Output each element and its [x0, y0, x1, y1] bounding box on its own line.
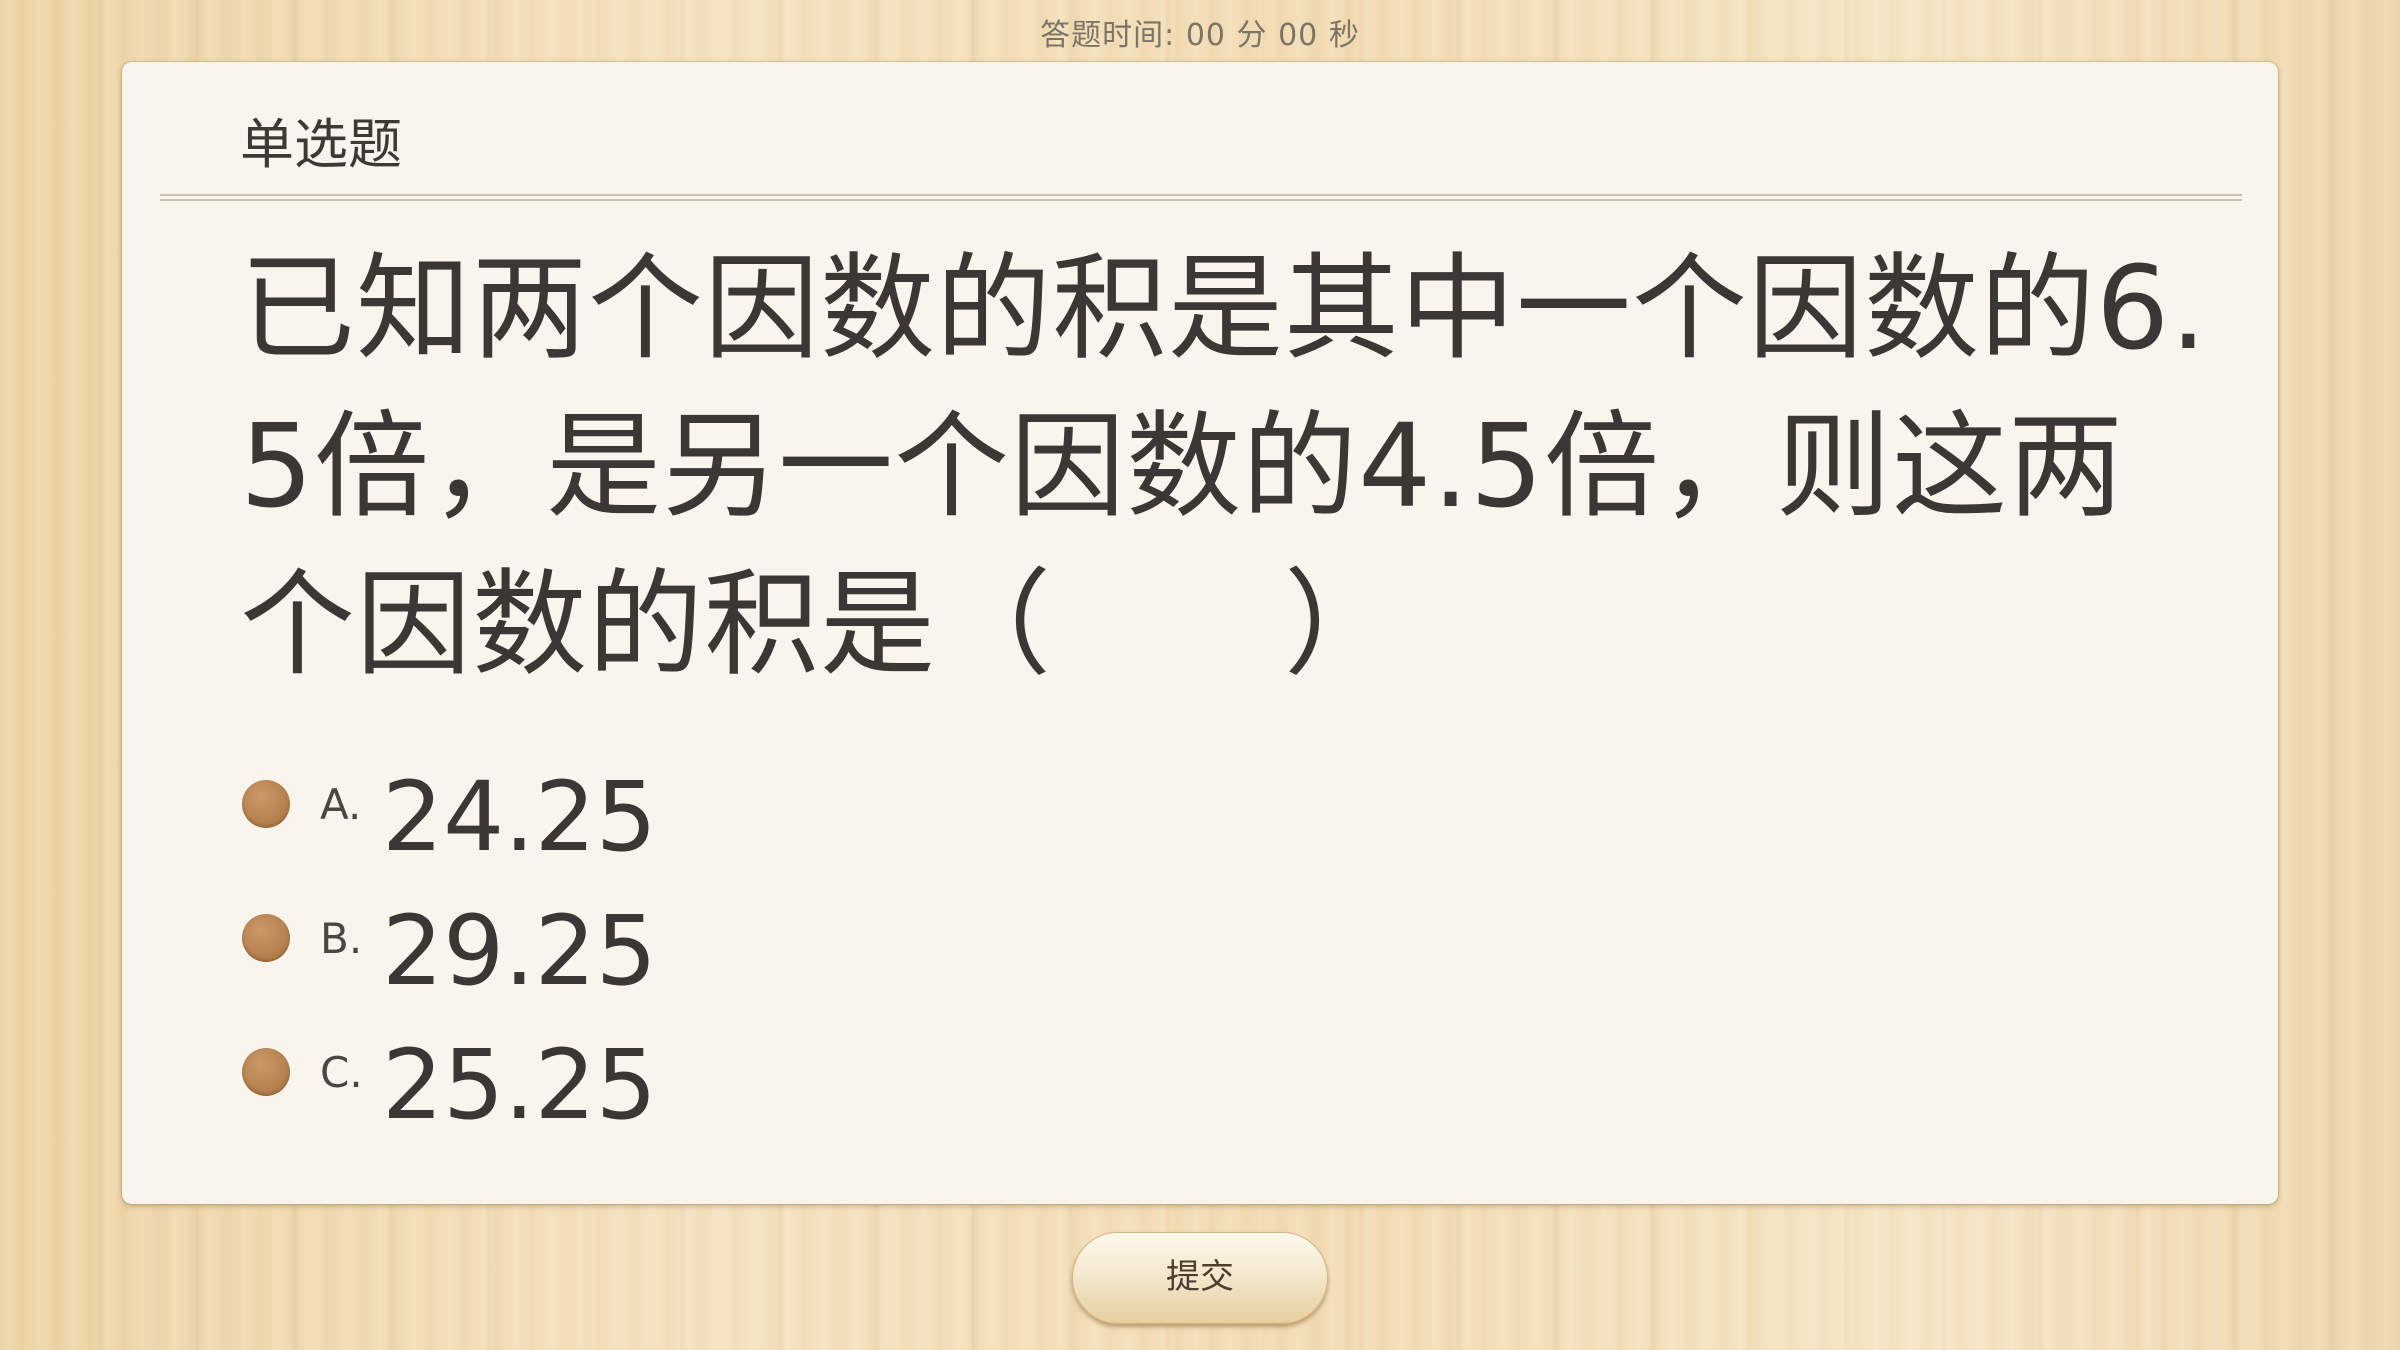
timer-minutes-unit: 分	[1236, 18, 1268, 53]
option-c[interactable]: C. 25.25	[242, 1018, 1642, 1152]
timer-label: 答题时间:	[1040, 18, 1176, 53]
timer-seconds: 00	[1278, 18, 1319, 53]
radio-icon[interactable]	[242, 914, 290, 962]
question-card: 单选题 已知两个因数的积是其中一个因数的6.5倍，是另一个因数的4.5倍，则这两…	[122, 62, 2278, 1204]
timer-seconds-unit: 秒	[1328, 18, 1360, 53]
question-type-label: 单选题	[240, 113, 402, 176]
option-text: 24.25	[382, 761, 657, 873]
submit-button[interactable]: 提交	[1072, 1232, 1328, 1324]
option-a[interactable]: A. 24.25	[242, 750, 1642, 884]
option-letter: A.	[320, 780, 362, 829]
option-b[interactable]: B. 29.25	[242, 884, 1642, 1018]
option-text: 29.25	[382, 895, 657, 1007]
option-letter: B.	[320, 914, 363, 963]
option-letter: C.	[320, 1048, 363, 1097]
question-text: 已知两个因数的积是其中一个因数的6.5倍，是另一个因数的4.5倍，则这两个因数的…	[240, 242, 2208, 692]
radio-icon[interactable]	[242, 780, 290, 828]
answer-timer: 答题时间: 00 分 00 秒	[0, 10, 2400, 54]
option-text: 25.25	[382, 1029, 657, 1141]
radio-icon[interactable]	[242, 1048, 290, 1096]
options-list: A. 24.25 B. 29.25 C. 25.25	[242, 750, 1642, 1152]
header-divider	[160, 194, 2242, 201]
timer-minutes: 00	[1185, 18, 1226, 53]
